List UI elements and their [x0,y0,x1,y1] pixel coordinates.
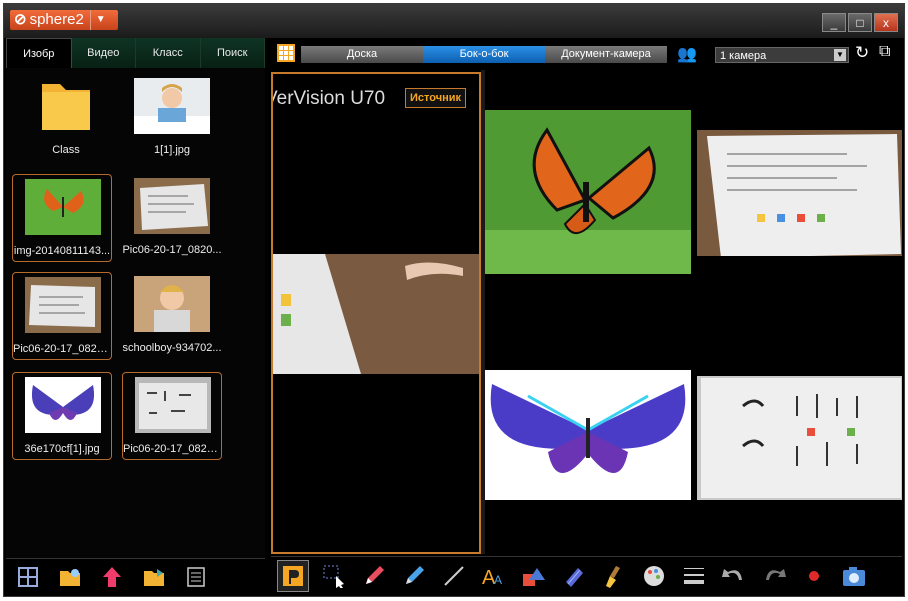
list-item[interactable]: Pic06-20-17_0820... [12,272,112,360]
image-pane[interactable] [697,314,902,554]
camera-select-value: 1 камера [720,50,767,62]
live-camera-pane[interactable]: VerVision U70 Источник [271,72,481,554]
worksheet-image [697,130,902,256]
media-toolbar [6,558,265,594]
tab-search[interactable]: Поиск [200,38,265,68]
tab-images[interactable]: Изобр [6,38,72,68]
camera-select[interactable]: 1 камера ▼ [715,47,849,63]
file-name: img-20140811143... [13,245,111,257]
mode-side-by-side[interactable]: Бок-о-бок [423,46,545,63]
app-menu-button[interactable]: ⊘ sphere2 ▼ [10,10,118,30]
thumbnail-image [25,179,101,235]
source-icon[interactable] [277,559,309,592]
blue-butterfly-image [485,370,691,500]
folder-icon [28,78,104,134]
minimize-button[interactable]: _ [822,13,846,32]
line-icon[interactable] [439,561,469,591]
media-tabs: Изобр Видео Класс Поиск [6,38,265,68]
mode-bar: Доска Бок-о-бок Документ-камера 👥 1 каме… [271,38,902,68]
mode-document-camera[interactable]: Документ-камера [545,46,667,63]
thumbnail-image [134,178,210,234]
folder-export-icon[interactable] [142,565,166,589]
tab-video[interactable]: Видео [71,38,136,68]
drawing-toolbar: AA [271,556,902,594]
list-item[interactable]: 1[1].jpg [122,74,222,162]
mode-whiteboard[interactable]: Доска [301,46,423,63]
marker-icon[interactable] [559,561,589,591]
camera-icon[interactable] [839,561,869,591]
thumbnail-image [134,78,210,134]
app-title: sphere2 [29,11,84,28]
tab-class[interactable]: Класс [136,38,201,68]
highlighter-icon[interactable] [399,561,429,591]
media-panel: Изобр Видео Класс Поиск Class 1[1].jpg i… [6,38,265,587]
thumbnail-image [134,276,210,332]
pen-icon[interactable] [359,561,389,591]
split-view-icon[interactable] [16,565,40,589]
grid-layout-icon[interactable] [277,44,295,62]
open-folder-icon[interactable] [58,565,82,589]
file-name: Pic06-20-17_0820... [122,244,222,256]
butterfly-image [485,110,691,274]
undo-icon[interactable] [719,561,749,591]
cameras-icon[interactable]: 👥 [677,44,697,64]
source-title: VerVision U70 [271,88,386,109]
viewer-area: VerVision U70 Источник [271,70,902,554]
worksheet-image [697,376,902,500]
thumbnail-image [135,377,211,433]
image-pane[interactable] [697,72,902,310]
maximize-button[interactable]: □ [848,13,872,32]
close-button[interactable]: x [874,13,898,32]
file-name: 36e170cf[1].jpg [24,443,100,455]
logo-icon: ⊘ [14,11,27,28]
mode-switcher: Доска Бок-о-бок Документ-камера [301,46,667,63]
line-width-icon[interactable] [679,561,709,591]
image-pane[interactable] [485,314,693,554]
color-icon[interactable] [639,561,669,591]
file-name: Class [52,144,80,156]
image-pane[interactable] [485,72,693,310]
camera-feed-image [273,254,479,374]
list-item[interactable]: Class [16,74,116,162]
upload-icon[interactable] [100,565,124,589]
list-item[interactable]: img-20140811143... [12,174,112,262]
svg-text:A: A [494,573,502,587]
file-name: schoolboy-934702... [122,342,222,354]
file-name: 1[1].jpg [153,144,191,156]
list-item[interactable]: schoolboy-934702... [122,272,222,360]
chevron-down-icon: ▼ [834,49,846,61]
list-item[interactable]: Pic06-20-17_0820... [122,174,222,262]
file-name: Pic06-20-17_0820... [13,343,111,355]
select-rect-icon[interactable] [319,561,349,591]
text-icon[interactable]: AA [479,561,509,591]
record-icon[interactable] [799,561,829,591]
list-item[interactable]: 36e170cf[1].jpg [12,372,112,460]
list-icon[interactable] [184,565,208,589]
source-button[interactable]: Источник [405,88,467,108]
thumbnail-image [25,377,101,433]
thumbnail-image [25,277,101,333]
eraser-icon[interactable] [599,561,629,591]
title-bar: ⊘ sphere2 ▼ _ □ x [4,4,904,38]
external-window-icon[interactable]: ⧉ [879,43,890,61]
chevron-down-icon: ▼ [89,10,106,30]
file-name: Pic06-20-17_0825... [123,443,221,455]
shapes-icon[interactable] [519,561,549,591]
redo-icon[interactable] [759,561,789,591]
refresh-icon[interactable]: ↻ [855,43,869,63]
list-item[interactable]: Pic06-20-17_0825... [122,372,222,460]
